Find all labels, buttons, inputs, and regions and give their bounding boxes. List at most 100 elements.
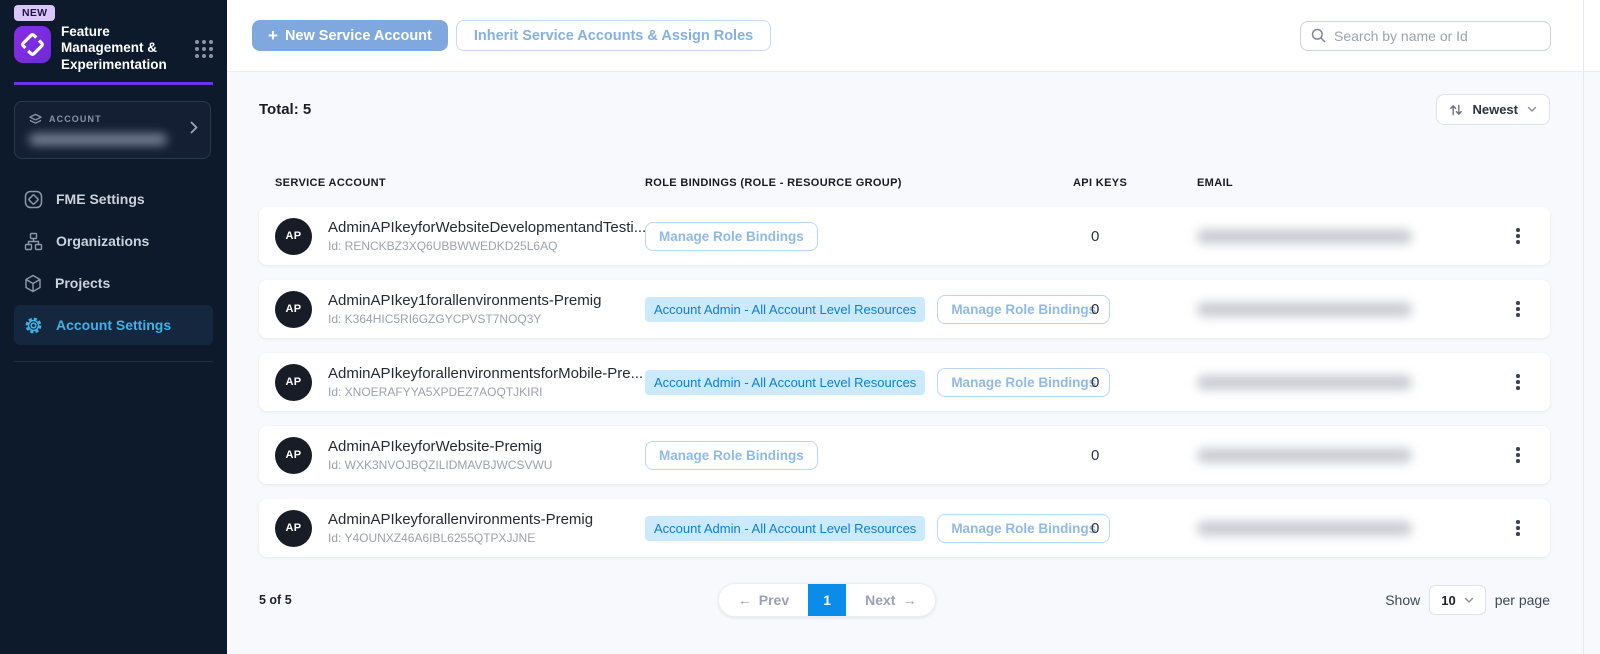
- chevron-right-icon: [190, 121, 198, 139]
- row-menu-button[interactable]: [1486, 224, 1550, 248]
- sort-dropdown[interactable]: Newest: [1436, 94, 1550, 125]
- arrow-right-icon: →: [902, 592, 916, 608]
- prev-page-button[interactable]: ← Prev: [719, 584, 808, 616]
- sidebar-item-account-settings[interactable]: Account Settings: [14, 305, 213, 345]
- service-account-row: AP AdminAPIkeyforWebsite-Premig Id: WXK3…: [259, 426, 1550, 484]
- sidebar-item-label: Organizations: [56, 233, 149, 249]
- api-keys-count: 0: [1073, 374, 1197, 391]
- avatar: AP: [275, 437, 312, 474]
- col-email: EMAIL: [1197, 177, 1486, 189]
- col-role-bindings: ROLE BINDINGS (ROLE - RESOURCE GROUP): [645, 177, 1073, 189]
- fme-settings-icon: [24, 190, 43, 209]
- service-account-id: Id: K364HIC5RI6GZGYCPVST7NOQ3Y: [328, 312, 601, 326]
- email-redacted: [1197, 521, 1412, 536]
- service-account-row: AP AdminAPIkeyforallenvironments-Premig …: [259, 499, 1550, 557]
- app-title: Feature Management & Experimentation: [61, 24, 173, 73]
- plus-icon: +: [268, 27, 278, 44]
- sidebar-divider: [14, 361, 213, 362]
- current-page-button[interactable]: 1: [808, 584, 846, 616]
- search-box[interactable]: [1300, 21, 1551, 51]
- email-redacted: [1197, 229, 1412, 244]
- main-area: + New Service Account Inherit Service Ac…: [227, 0, 1600, 654]
- role-badge: Account Admin - All Account Level Resour…: [645, 516, 925, 541]
- footer: 5 of 5 ← Prev 1 Next → Show 10: [259, 583, 1550, 617]
- avatar: AP: [275, 510, 312, 547]
- layers-icon: [29, 113, 42, 125]
- row-menu-button[interactable]: [1486, 516, 1550, 540]
- role-badge: Account Admin - All Account Level Resour…: [645, 297, 925, 322]
- fme-logo-icon: [14, 26, 51, 63]
- api-keys-count: 0: [1073, 301, 1197, 318]
- sort-arrows-icon: [1449, 103, 1463, 117]
- service-account-row: AP AdminAPIkeyforWebsiteDevelopmentandTe…: [259, 207, 1550, 265]
- new-badge: NEW: [14, 5, 55, 21]
- inherit-service-accounts-button[interactable]: Inherit Service Accounts & Assign Roles: [456, 20, 771, 51]
- service-account-list: AP AdminAPIkeyforWebsiteDevelopmentandTe…: [259, 207, 1550, 557]
- sidebar: NEW Feature Management & Experimentation: [0, 0, 227, 654]
- avatar: AP: [275, 291, 312, 328]
- pagination: ← Prev 1 Next →: [718, 583, 937, 617]
- avatar: AP: [275, 218, 312, 255]
- email-redacted: [1197, 448, 1412, 463]
- search-input[interactable]: [1334, 28, 1540, 44]
- service-account-id: Id: WXK3NVOJBQZILIDMAVBJWCSVWU: [328, 458, 552, 472]
- brand-accent-divider: [14, 82, 213, 85]
- sidebar-item-organizations[interactable]: Organizations: [14, 221, 213, 261]
- service-account-name: AdminAPIkeyforallenvironments-Premig: [328, 511, 593, 528]
- content: Total: 5 Newest SERVICE ACCOUNT ROLE BIN…: [227, 72, 1600, 654]
- new-service-account-button[interactable]: + New Service Account: [252, 20, 448, 51]
- row-menu-button[interactable]: [1486, 443, 1550, 467]
- sidebar-item-fme-settings[interactable]: FME Settings: [14, 179, 213, 219]
- service-account-name: AdminAPIkeyforWebsite-Premig: [328, 438, 552, 455]
- api-keys-count: 0: [1073, 447, 1197, 464]
- api-keys-count: 0: [1073, 228, 1197, 245]
- service-account-name: AdminAPIkeyforWebsiteDevelopmentandTesti…: [328, 219, 645, 236]
- per-page-label: per page: [1495, 592, 1550, 608]
- col-service-account: SERVICE ACCOUNT: [259, 177, 645, 189]
- brand-header: NEW Feature Management & Experimentation: [0, 0, 227, 73]
- cube-icon: [24, 274, 42, 293]
- page-size-dropdown[interactable]: 10: [1429, 585, 1485, 615]
- row-menu-button[interactable]: [1486, 370, 1550, 394]
- service-account-id: Id: XNOERAFYYA5XPDEZ7AOQTJKIRI: [328, 385, 643, 399]
- show-label: Show: [1385, 592, 1420, 608]
- service-account-row: AP AdminAPIkey1forallenvironments-Premig…: [259, 280, 1550, 338]
- api-keys-count: 0: [1073, 520, 1197, 537]
- avatar: AP: [275, 364, 312, 401]
- app-grid-icon[interactable]: [195, 40, 213, 58]
- sidebar-item-label: Projects: [55, 275, 110, 291]
- sidebar-item-label: Account Settings: [56, 317, 171, 333]
- manage-role-bindings-button[interactable]: Manage Role Bindings: [645, 441, 818, 470]
- col-api-keys: API KEYS: [1073, 177, 1197, 189]
- kebab-icon: [1512, 224, 1524, 248]
- row-menu-button[interactable]: [1486, 297, 1550, 321]
- page-count-label: 5 of 5: [259, 593, 439, 607]
- service-account-name: AdminAPIkey1forallenvironments-Premig: [328, 292, 601, 309]
- chevron-down-icon: [1527, 106, 1537, 113]
- table-header: SERVICE ACCOUNT ROLE BINDINGS (ROLE - RE…: [259, 177, 1550, 189]
- total-count: Total: 5: [259, 101, 311, 118]
- sidebar-nav: FME Settings Organizations Projects: [0, 179, 227, 345]
- service-account-row: AP AdminAPIkeyforallenvironmentsforMobil…: [259, 353, 1550, 411]
- account-label: ACCOUNT: [49, 114, 102, 124]
- chevron-down-icon: [1464, 597, 1474, 604]
- page-size-control: Show 10 per page: [1385, 585, 1550, 615]
- sidebar-item-label: FME Settings: [56, 191, 145, 207]
- arrow-left-icon: ←: [738, 592, 752, 608]
- kebab-icon: [1512, 516, 1524, 540]
- account-selector[interactable]: ACCOUNT: [14, 101, 211, 159]
- search-icon: [1311, 28, 1326, 43]
- account-name-redacted: [29, 134, 167, 145]
- next-page-button[interactable]: Next →: [846, 584, 935, 616]
- toolbar: + New Service Account Inherit Service Ac…: [227, 0, 1600, 72]
- email-redacted: [1197, 375, 1412, 390]
- kebab-icon: [1512, 443, 1524, 467]
- service-account-id: Id: RENCKBZ3XQ6UBBWWEDKD25L6AQ: [328, 239, 645, 253]
- sidebar-item-projects[interactable]: Projects: [14, 263, 213, 303]
- role-badge: Account Admin - All Account Level Resour…: [645, 370, 925, 395]
- gear-icon: [24, 316, 43, 335]
- org-chart-icon: [24, 232, 43, 251]
- manage-role-bindings-button[interactable]: Manage Role Bindings: [645, 222, 818, 251]
- kebab-icon: [1512, 370, 1524, 394]
- service-account-id: Id: Y4OUNXZ46A6IBL6255QTPXJJNE: [328, 531, 593, 545]
